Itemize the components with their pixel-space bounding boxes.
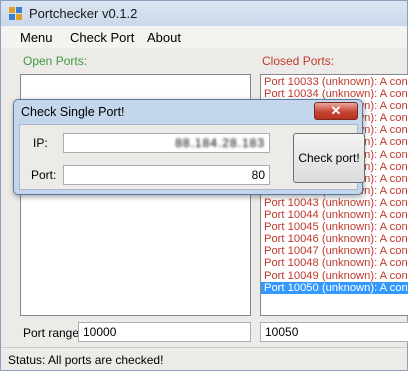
- list-item[interactable]: Port 10044 (unknown): A conn: [261, 209, 408, 221]
- port-label: Port:: [31, 168, 57, 182]
- list-item[interactable]: Port 10048 (unknown): A conn: [261, 257, 408, 269]
- ip-label: IP:: [33, 136, 48, 150]
- port-range-end-input[interactable]: 10050: [260, 322, 408, 342]
- close-icon[interactable]: ✕: [314, 102, 358, 120]
- list-item[interactable]: Port 10045 (unknown): A conn: [261, 221, 408, 233]
- menu-item-menu[interactable]: Menu: [20, 30, 53, 45]
- list-item[interactable]: Port 10046 (unknown): A conn: [261, 233, 408, 245]
- menu-item-check-port[interactable]: Check Port: [70, 30, 134, 45]
- menu-bar: Menu Check Port About: [1, 26, 407, 48]
- port-range-label: Port range:: [23, 326, 83, 340]
- list-item[interactable]: Port 10043 (unknown): A conn: [261, 197, 408, 209]
- check-port-button[interactable]: Check port!: [293, 133, 365, 183]
- port-range-start-input[interactable]: 10000: [78, 322, 251, 342]
- app-icon: [9, 7, 23, 21]
- list-item[interactable]: Port 10033 (unknown): A conn: [261, 76, 408, 88]
- status-text: Status: All ports are checked!: [8, 353, 164, 367]
- list-item[interactable]: Port 10049 (unknown): A conn: [261, 270, 408, 282]
- closed-ports-label: Closed Ports:: [262, 54, 335, 68]
- dialog-body: IP: 88.184.28.183 Port: 80 Check port!: [19, 124, 365, 190]
- check-single-port-dialog: Check Single Port! ✕ IP: 88.184.28.183 P…: [13, 99, 365, 195]
- status-bar: Status: All ports are checked!: [1, 347, 407, 370]
- dialog-title: Check Single Port!: [21, 105, 125, 119]
- list-item-selected[interactable]: Port 10050 (unknown): A conn: [261, 281, 408, 294]
- title-bar[interactable]: Portchecker v0.1.2: [1, 1, 407, 26]
- menu-item-about[interactable]: About: [147, 30, 181, 45]
- port-input[interactable]: 80: [63, 165, 270, 185]
- list-item[interactable]: Port 10047 (unknown): A conn: [261, 245, 408, 257]
- ip-value: 88.184.28.183: [175, 136, 265, 150]
- open-ports-label: Open Ports:: [23, 54, 88, 68]
- ip-input[interactable]: 88.184.28.183: [63, 133, 270, 153]
- window-title: Portchecker v0.1.2: [29, 6, 138, 21]
- main-window: Portchecker v0.1.2 Menu Check Port About…: [0, 0, 408, 371]
